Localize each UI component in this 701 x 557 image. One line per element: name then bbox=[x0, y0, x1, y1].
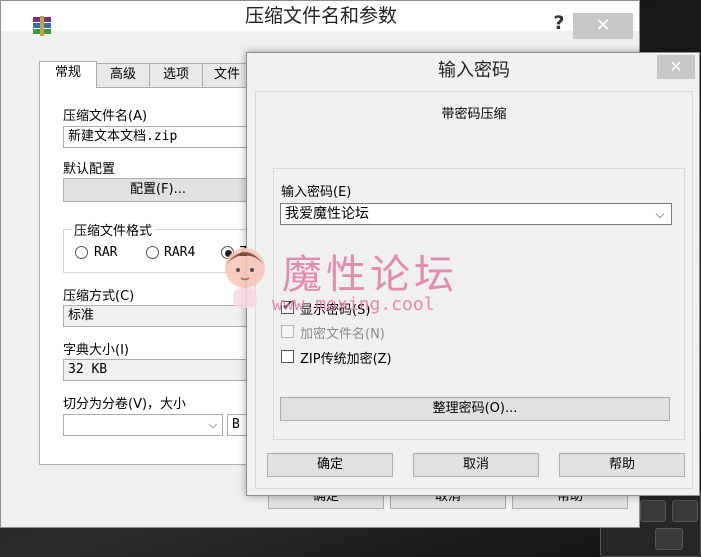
help-icon[interactable]: ? bbox=[549, 13, 569, 33]
cancel-button[interactable]: 取消 bbox=[413, 453, 539, 477]
close-button[interactable]: ✕ bbox=[573, 13, 633, 39]
watermark-text: 魔性论坛 bbox=[282, 252, 458, 298]
dialog-subtitle: 带密码压缩 bbox=[441, 107, 507, 122]
tab-options[interactable]: 选项 bbox=[149, 63, 203, 87]
tab-general[interactable]: 常规 bbox=[39, 61, 97, 88]
split-volumes-label: 切分为分卷(V)，大小 bbox=[63, 397, 187, 412]
help-button[interactable]: 帮助 bbox=[559, 453, 685, 477]
password-input[interactable]: 我爱魔性论坛 bbox=[280, 203, 672, 225]
chevron-down-icon[interactable]: ⌵ bbox=[651, 205, 669, 223]
watermark-url: www.moxing.cool bbox=[272, 294, 435, 315]
dialog-close-button[interactable]: ✕ bbox=[657, 55, 695, 79]
dictionary-size-label: 字典大小(I) bbox=[63, 343, 129, 358]
password-label: 输入密码(E) bbox=[281, 185, 352, 200]
zip-legacy-encryption-label: ZIP传统加密(Z) bbox=[300, 352, 392, 367]
chevron-down-icon[interactable]: ⌵ bbox=[205, 416, 221, 434]
tab-files[interactable]: 文件 bbox=[202, 63, 252, 87]
dialog-title: 输入密码 bbox=[438, 60, 510, 81]
archive-format-label: 压缩文件格式 bbox=[71, 220, 156, 239]
keyboard-key bbox=[672, 500, 698, 522]
split-unit-select[interactable]: B bbox=[227, 414, 247, 436]
radio-rar4-label: RAR4 bbox=[164, 245, 196, 260]
default-profile-label: 默认配置 bbox=[63, 162, 116, 177]
ok-button[interactable]: 确定 bbox=[267, 453, 393, 477]
window-title: 压缩文件名和参数 bbox=[244, 5, 397, 27]
encrypt-filenames-label: 加密文件名(N) bbox=[300, 327, 385, 342]
encrypt-filenames-checkbox[interactable] bbox=[281, 325, 294, 338]
watermark-mascot bbox=[225, 248, 265, 308]
radio-rar[interactable] bbox=[75, 246, 88, 259]
split-volumes-input[interactable] bbox=[63, 414, 223, 436]
tab-advanced[interactable]: 高级 bbox=[96, 63, 150, 87]
keyboard-key bbox=[640, 500, 666, 522]
compression-method-label: 压缩方式(C) bbox=[63, 289, 135, 304]
organize-passwords-button[interactable]: 整理密码(O)... bbox=[280, 397, 670, 421]
profiles-button[interactable]: 配置(F)... bbox=[63, 178, 253, 202]
keyboard-key bbox=[655, 528, 683, 550]
dictionary-size-select[interactable]: 32 KB bbox=[63, 359, 253, 381]
zip-legacy-encryption-checkbox[interactable] bbox=[281, 350, 294, 363]
radio-rar4[interactable] bbox=[146, 246, 159, 259]
radio-rar-label: RAR bbox=[94, 245, 118, 260]
archive-name-field[interactable]: 新建文本文档.zip bbox=[63, 126, 253, 148]
archive-name-label: 压缩文件名(A) bbox=[63, 109, 148, 124]
